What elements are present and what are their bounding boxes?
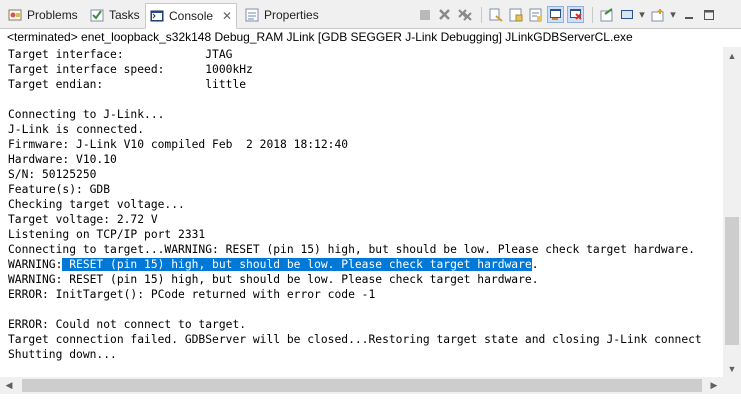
clear-console-icon[interactable] xyxy=(487,6,504,23)
tab-properties-label: Properties xyxy=(264,7,319,22)
scroll-lock-icon[interactable] xyxy=(507,6,524,23)
view-tab-bar: Problems Tasks Console ✕ Properties ▾ ▾ xyxy=(0,0,741,29)
toolbar-separator xyxy=(592,6,593,23)
console-line: Firmware: J-Link V10 compiled Feb 2 2018… xyxy=(8,138,349,151)
console-line: ERROR: InitTarget(): PCode returned with… xyxy=(8,288,376,301)
console-line: Listening on TCP/IP port 2331 xyxy=(8,228,206,241)
text-selection[interactable]: RESET (pin 15) high, but should be low. … xyxy=(62,258,532,271)
tab-console[interactable]: Console ✕ xyxy=(145,3,238,29)
open-console-icon[interactable] xyxy=(649,6,666,23)
vertical-scrollbar[interactable]: ▲ ▼ xyxy=(723,47,741,377)
scrollbar-corner xyxy=(723,377,741,394)
show-on-stderr-icon[interactable] xyxy=(567,6,584,23)
pin-console-icon[interactable] xyxy=(598,6,615,23)
horizontal-scrollbar[interactable]: ◀ ▶ xyxy=(0,377,723,394)
tab-problems[interactable]: Problems xyxy=(4,3,82,26)
remove-all-terminated-icon[interactable] xyxy=(456,6,473,23)
console-line: WARNING: RESET (pin 15) high, but should… xyxy=(8,273,539,286)
scroll-right-icon[interactable]: ▶ xyxy=(705,377,723,394)
console-toolbar: ▾ ▾ xyxy=(416,6,720,23)
console-line-selected: WARNING: RESET (pin 15) high, but should… xyxy=(8,257,539,272)
console-line: Target endian: little xyxy=(8,78,247,91)
console-line: J-Link is connected. xyxy=(8,123,145,136)
dropdown-arrow-icon[interactable]: ▾ xyxy=(638,6,646,23)
scroll-left-icon[interactable]: ◀ xyxy=(0,377,18,394)
display-console-icon[interactable] xyxy=(618,6,635,23)
bottom-edge xyxy=(0,394,741,400)
console-line: ERROR: Could not connect to target. xyxy=(8,318,247,331)
console-title: <terminated> enet_loopback_s32k148 Debug… xyxy=(0,29,741,47)
tab-tasks-label: Tasks xyxy=(109,7,140,22)
remove-launch-icon[interactable] xyxy=(436,6,453,23)
show-on-stdout-icon[interactable] xyxy=(547,6,564,23)
console-line: Target interface: JTAG xyxy=(8,48,233,61)
console-icon xyxy=(150,9,164,23)
terminate-icon[interactable] xyxy=(416,6,433,23)
console-line: Connecting to J-Link... xyxy=(8,108,165,121)
console-line: Target voltage: 2.72 V xyxy=(8,213,158,226)
horizontal-scroll-thumb[interactable] xyxy=(22,379,702,392)
close-tab-icon[interactable]: ✕ xyxy=(222,9,232,23)
console-line: Target interface speed: 1000kHz xyxy=(8,63,253,76)
tasks-icon xyxy=(90,8,104,22)
maximize-icon[interactable] xyxy=(700,6,717,23)
selected-line-suffix: . xyxy=(531,258,539,271)
console-line: Target connection failed. GDBServer will… xyxy=(8,333,702,346)
console-line: S/N: 50125250 xyxy=(8,168,97,181)
tab-properties[interactable]: Properties xyxy=(241,3,323,26)
problems-icon xyxy=(8,8,22,22)
console-line: Checking target voltage... xyxy=(8,198,185,211)
dropdown-arrow-icon[interactable]: ▾ xyxy=(669,6,677,23)
scroll-up-icon[interactable]: ▲ xyxy=(723,47,741,64)
toolbar-separator xyxy=(481,6,482,23)
properties-icon xyxy=(245,8,259,22)
vertical-scroll-thumb[interactable] xyxy=(725,217,739,345)
tab-tasks[interactable]: Tasks xyxy=(86,3,144,26)
minimize-icon[interactable] xyxy=(680,6,697,23)
selected-line-prefix: WARNING: xyxy=(8,258,63,271)
console-line: Shutting down... xyxy=(8,348,117,361)
console-line: Feature(s): GDB xyxy=(8,183,111,196)
tab-console-label: Console xyxy=(169,9,214,23)
scroll-down-icon[interactable]: ▼ xyxy=(723,360,741,377)
console-line: Connecting to target...WARNING: RESET (p… xyxy=(8,243,695,256)
word-wrap-icon[interactable] xyxy=(527,6,544,23)
console-output[interactable]: Target interface: JTAG Target interface … xyxy=(0,47,723,377)
tab-problems-label: Problems xyxy=(27,7,78,22)
console-line: Hardware: V10.10 xyxy=(8,153,117,166)
